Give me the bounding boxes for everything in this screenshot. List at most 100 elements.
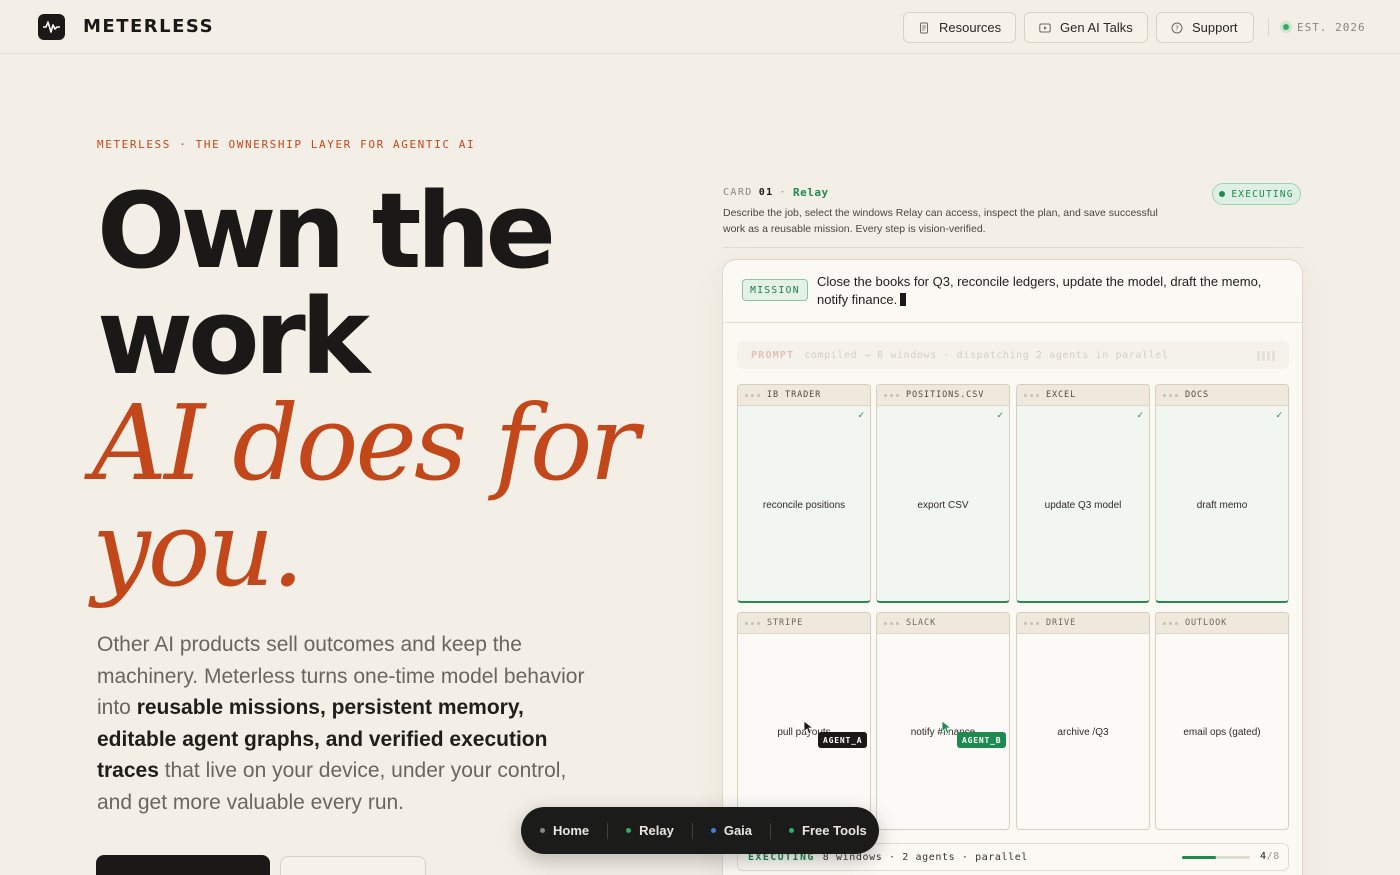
mission-row: MISSION Close the books for Q3, reconcil… bbox=[723, 260, 1302, 323]
window-titlebar: STRIPE bbox=[738, 613, 870, 634]
dot-icon bbox=[789, 828, 795, 833]
card-meta: CARD 01 · Relay bbox=[723, 186, 829, 199]
window-titlebar: DOCS bbox=[1156, 385, 1288, 406]
window-task: reconcile positions bbox=[762, 500, 846, 511]
dot-icon bbox=[540, 828, 545, 833]
dot-icon bbox=[710, 828, 716, 833]
check-icon: ✓ bbox=[857, 410, 865, 420]
status-dot-icon bbox=[1219, 191, 1226, 197]
divider bbox=[770, 822, 772, 839]
executing-status-badge: EXECUTING bbox=[1212, 183, 1301, 205]
headline-italic-line-2: you. bbox=[92, 488, 304, 610]
executing-label: EXECUTING bbox=[1231, 188, 1294, 200]
agent-a-tag: AGENT_A bbox=[818, 732, 868, 748]
divider bbox=[607, 822, 609, 839]
card-name: Relay bbox=[792, 186, 829, 199]
window-stripe[interactable]: STRIPE pull payouts AGENT_A bbox=[737, 612, 871, 830]
established-label: EST. 2026 bbox=[1297, 20, 1366, 34]
resources-label: Resources bbox=[939, 20, 1002, 35]
window-title: POSITIONS.CSV bbox=[906, 390, 985, 400]
card-separator: · bbox=[779, 187, 787, 198]
dock-label: Free Tools bbox=[802, 823, 867, 838]
window-title: OUTLOOK bbox=[1185, 618, 1228, 628]
status-dot-icon bbox=[1283, 24, 1289, 30]
window-titlebar: IB TRADER bbox=[738, 385, 870, 406]
card-description: Describe the job, select the windows Rel… bbox=[723, 207, 1158, 235]
hero-lede: Other AI products sell outcomes and keep… bbox=[97, 629, 597, 818]
dock-item-gaia[interactable]: Gaia bbox=[710, 823, 752, 838]
window-positions-csv[interactable]: POSITIONS.CSV ✓ export CSV bbox=[876, 384, 1010, 603]
window-task: export CSV bbox=[917, 500, 969, 511]
progress-bar bbox=[1182, 856, 1250, 859]
dock-item-relay[interactable]: Relay bbox=[626, 823, 674, 838]
support-button[interactable]: ? Support bbox=[1156, 12, 1254, 43]
cursor-icon bbox=[942, 721, 952, 735]
gen-ai-talks-button[interactable]: Gen AI Talks bbox=[1024, 12, 1148, 43]
window-slack[interactable]: SLACK notify #finance AGENT_B bbox=[876, 612, 1010, 830]
check-icon: ✓ bbox=[996, 410, 1004, 420]
resources-button[interactable]: Resources bbox=[903, 12, 1016, 43]
primary-cta-button[interactable] bbox=[96, 855, 270, 875]
relay-panel: MISSION Close the books for Q3, reconcil… bbox=[722, 259, 1303, 875]
window-task: archive /Q3 bbox=[1057, 727, 1109, 738]
mission-text: Close the books for Q3, reconcile ledger… bbox=[817, 274, 1262, 307]
progress-count: 4/8 bbox=[1260, 851, 1280, 862]
window-title: SLACK bbox=[906, 618, 937, 628]
divider bbox=[723, 247, 1303, 248]
svg-text:?: ? bbox=[1175, 24, 1179, 32]
window-task: email ops (gated) bbox=[1183, 727, 1261, 738]
prompt-label: PROMPT bbox=[751, 349, 795, 361]
agent-b-tag: AGENT_B bbox=[957, 732, 1007, 748]
divider bbox=[691, 822, 693, 839]
window-title: DRIVE bbox=[1046, 618, 1077, 628]
window-task: draft memo bbox=[1196, 500, 1248, 511]
headline-line-2: work bbox=[97, 276, 370, 398]
help-circle-icon: ? bbox=[1171, 22, 1183, 34]
headline-italic-line-1: AI does for bbox=[92, 382, 639, 504]
progress-fill bbox=[1182, 856, 1216, 859]
card-label: CARD bbox=[723, 187, 753, 198]
window-excel[interactable]: EXCEL ✓ update Q3 model bbox=[1016, 384, 1150, 603]
window-drive[interactable]: DRIVE archive /Q3 bbox=[1016, 612, 1150, 830]
window-task: update Q3 model bbox=[1044, 500, 1122, 511]
window-ib-trader[interactable]: IB TRADER ✓ reconcile positions bbox=[737, 384, 871, 603]
logo-icon[interactable] bbox=[38, 14, 65, 40]
prompt-status-row: PROMPT compiled → 8 windows · dispatchin… bbox=[737, 341, 1289, 369]
secondary-cta-button[interactable] bbox=[280, 856, 426, 875]
floating-nav-dock: Home Relay Gaia Free Tools bbox=[521, 807, 879, 854]
window-title: STRIPE bbox=[767, 618, 804, 628]
mission-input[interactable]: Close the books for Q3, reconcile ledger… bbox=[817, 273, 1287, 309]
window-outlook[interactable]: OUTLOOK email ops (gated) bbox=[1155, 612, 1289, 830]
window-titlebar: OUTLOOK bbox=[1156, 613, 1288, 634]
window-titlebar: DRIVE bbox=[1017, 613, 1149, 634]
card-number: 01 bbox=[758, 187, 774, 198]
support-label: Support bbox=[1192, 20, 1238, 35]
hero-eyebrow: METERLESS · THE OWNERSHIP LAYER FOR AGEN… bbox=[97, 138, 476, 151]
window-title: EXCEL bbox=[1046, 390, 1077, 400]
window-titlebar: POSITIONS.CSV bbox=[877, 385, 1009, 406]
hero-headline-italic: AI does for you. bbox=[92, 390, 692, 602]
dock-item-free-tools[interactable]: Free Tools bbox=[789, 823, 867, 838]
progress-total: /8 bbox=[1266, 851, 1280, 862]
text-caret bbox=[900, 293, 907, 306]
dock-item-home[interactable]: Home bbox=[540, 823, 589, 838]
dock-label: Home bbox=[553, 823, 590, 838]
activity-bars-icon bbox=[1257, 351, 1275, 361]
mission-tag: MISSION bbox=[742, 279, 808, 301]
window-titlebar: SLACK bbox=[877, 613, 1009, 634]
window-titlebar: EXCEL bbox=[1017, 385, 1149, 406]
gen-ai-talks-label: Gen AI Talks bbox=[1060, 20, 1133, 35]
cursor-icon bbox=[804, 721, 814, 735]
window-title: DOCS bbox=[1185, 390, 1210, 400]
headline-line-1: Own the bbox=[97, 170, 556, 292]
dock-label: Relay bbox=[639, 823, 674, 838]
window-docs[interactable]: DOCS ✓ draft memo bbox=[1155, 384, 1289, 603]
document-icon bbox=[918, 22, 930, 34]
top-header: METERLESS Resources Gen AI Talks ? Suppo… bbox=[0, 0, 1400, 54]
brand-name[interactable]: METERLESS bbox=[83, 16, 214, 37]
check-icon: ✓ bbox=[1136, 410, 1144, 420]
lede-part-3: that live on your device, under your con… bbox=[97, 759, 567, 814]
play-icon bbox=[1039, 22, 1051, 34]
window-title: IB TRADER bbox=[767, 390, 822, 400]
prompt-text: compiled → 8 windows · dispatching 2 age… bbox=[804, 349, 1169, 361]
